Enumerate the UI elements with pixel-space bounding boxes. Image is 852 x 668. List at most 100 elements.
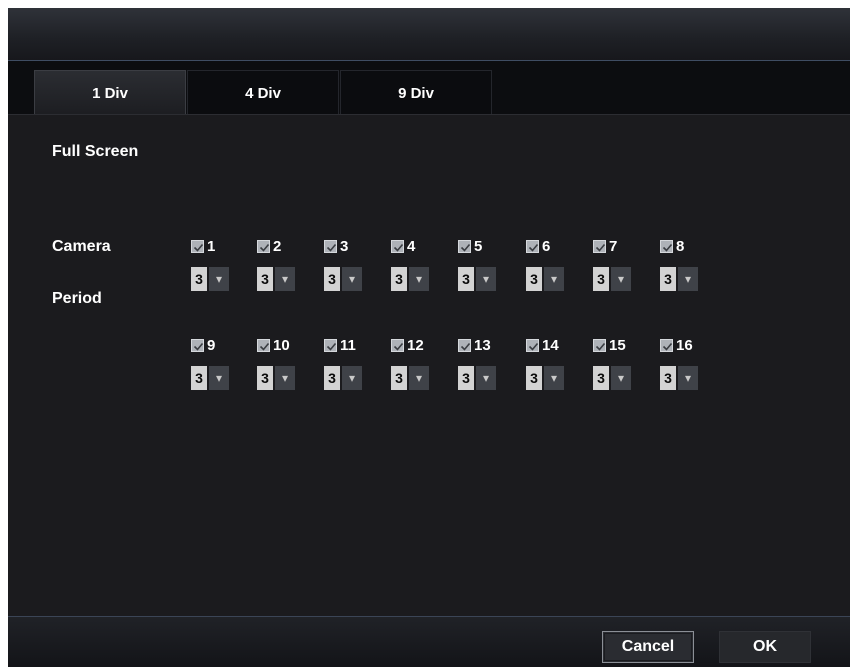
camera-number: 7 <box>609 237 618 255</box>
checkbox-check-icon[interactable] <box>324 338 337 352</box>
dropdown-arrow-icon[interactable]: ▾ <box>678 366 698 390</box>
camera-number: 14 <box>542 336 559 354</box>
period-value: 3 <box>324 366 340 390</box>
camera-11-period-dropdown[interactable]: 3 ▾ <box>324 366 362 390</box>
dropdown-arrow-icon[interactable]: ▾ <box>476 366 496 390</box>
dropdown-arrow-icon[interactable]: ▾ <box>544 366 564 390</box>
cancel-button[interactable]: Cancel <box>602 631 694 663</box>
checkbox-check-icon[interactable] <box>660 338 673 352</box>
full-screen-label: Full Screen <box>52 143 139 160</box>
checkbox-check-icon[interactable] <box>191 239 204 253</box>
period-value: 3 <box>660 267 676 291</box>
camera-5-period-dropdown[interactable]: 3 ▾ <box>458 267 496 291</box>
period-value: 3 <box>526 267 542 291</box>
dropdown-arrow-icon[interactable]: ▾ <box>275 366 295 390</box>
camera-14-period-dropdown[interactable]: 3 ▾ <box>526 366 564 390</box>
camera-number: 5 <box>474 237 483 255</box>
checkbox-check-icon[interactable] <box>191 338 204 352</box>
period-value: 3 <box>391 366 407 390</box>
camera-number: 2 <box>273 237 282 255</box>
camera-13-period-dropdown[interactable]: 3 ▾ <box>458 366 496 390</box>
checkbox-check-icon[interactable] <box>593 338 606 352</box>
dropdown-arrow-icon[interactable]: ▾ <box>209 267 229 291</box>
camera-7-checkbox[interactable]: 7 <box>593 237 617 255</box>
checkbox-check-icon[interactable] <box>257 239 270 253</box>
checkbox-check-icon[interactable] <box>391 239 404 253</box>
checkbox-check-icon[interactable] <box>458 338 471 352</box>
period-value: 3 <box>391 267 407 291</box>
camera-4-period-dropdown[interactable]: 3 ▾ <box>391 267 429 291</box>
period-value: 3 <box>526 366 542 390</box>
camera-1-period-dropdown[interactable]: 3 ▾ <box>191 267 229 291</box>
camera-10-checkbox[interactable]: 10 <box>257 336 290 354</box>
camera-5-checkbox[interactable]: 5 <box>458 237 482 255</box>
camera-number: 12 <box>407 336 424 354</box>
checkbox-check-icon[interactable] <box>526 239 539 253</box>
dialog-window: 1 Div 4 Div 9 Div Full Screen Camera Per… <box>8 8 850 667</box>
checkbox-check-icon[interactable] <box>257 338 270 352</box>
checkbox-check-icon[interactable] <box>324 239 337 253</box>
camera-4-checkbox[interactable]: 4 <box>391 237 415 255</box>
camera-number: 8 <box>676 237 685 255</box>
dropdown-arrow-icon[interactable]: ▾ <box>209 366 229 390</box>
period-value: 3 <box>593 366 609 390</box>
dropdown-arrow-icon[interactable]: ▾ <box>409 267 429 291</box>
ok-button[interactable]: OK <box>719 631 811 663</box>
camera-number: 13 <box>474 336 491 354</box>
period-value: 3 <box>191 267 207 291</box>
dropdown-arrow-icon[interactable]: ▾ <box>342 366 362 390</box>
camera-12-checkbox[interactable]: 12 <box>391 336 424 354</box>
camera-number: 1 <box>207 237 216 255</box>
camera-number: 9 <box>207 336 216 354</box>
camera-8-period-dropdown[interactable]: 3 ▾ <box>660 267 698 291</box>
camera-2-period-dropdown[interactable]: 3 ▾ <box>257 267 295 291</box>
dropdown-arrow-icon[interactable]: ▾ <box>611 366 631 390</box>
period-value: 3 <box>324 267 340 291</box>
camera-15-checkbox[interactable]: 15 <box>593 336 626 354</box>
period-value: 3 <box>191 366 207 390</box>
camera-6-checkbox[interactable]: 6 <box>526 237 550 255</box>
dropdown-arrow-icon[interactable]: ▾ <box>476 267 496 291</box>
period-label: Period <box>52 290 102 307</box>
camera-15-period-dropdown[interactable]: 3 ▾ <box>593 366 631 390</box>
tab-4-div[interactable]: 4 Div <box>187 70 339 116</box>
tab-1-div[interactable]: 1 Div <box>34 70 186 116</box>
period-value: 3 <box>257 366 273 390</box>
tab-9-div[interactable]: 9 Div <box>340 70 492 116</box>
checkbox-check-icon[interactable] <box>526 338 539 352</box>
checkbox-check-icon[interactable] <box>458 239 471 253</box>
checkbox-check-icon[interactable] <box>660 239 673 253</box>
period-value: 3 <box>458 366 474 390</box>
dropdown-arrow-icon[interactable]: ▾ <box>409 366 429 390</box>
camera-9-period-dropdown[interactable]: 3 ▾ <box>191 366 229 390</box>
camera-6-period-dropdown[interactable]: 3 ▾ <box>526 267 564 291</box>
period-value: 3 <box>660 366 676 390</box>
camera-16-period-dropdown[interactable]: 3 ▾ <box>660 366 698 390</box>
camera-16-checkbox[interactable]: 16 <box>660 336 693 354</box>
camera-9-checkbox[interactable]: 9 <box>191 336 215 354</box>
camera-10-period-dropdown[interactable]: 3 ▾ <box>257 366 295 390</box>
dropdown-arrow-icon[interactable]: ▾ <box>678 267 698 291</box>
camera-7-period-dropdown[interactable]: 3 ▾ <box>593 267 631 291</box>
camera-number: 16 <box>676 336 693 354</box>
footer-bar: Cancel OK <box>8 616 850 667</box>
dropdown-arrow-icon[interactable]: ▾ <box>275 267 295 291</box>
dropdown-arrow-icon[interactable]: ▾ <box>544 267 564 291</box>
camera-11-checkbox[interactable]: 11 <box>324 336 356 354</box>
period-value: 3 <box>593 267 609 291</box>
camera-12-period-dropdown[interactable]: 3 ▾ <box>391 366 429 390</box>
camera-8-checkbox[interactable]: 8 <box>660 237 684 255</box>
camera-13-checkbox[interactable]: 13 <box>458 336 491 354</box>
camera-3-checkbox[interactable]: 3 <box>324 237 348 255</box>
dropdown-arrow-icon[interactable]: ▾ <box>611 267 631 291</box>
camera-3-period-dropdown[interactable]: 3 ▾ <box>324 267 362 291</box>
camera-number: 11 <box>340 336 356 354</box>
title-bar <box>8 8 850 61</box>
checkbox-check-icon[interactable] <box>593 239 606 253</box>
checkbox-check-icon[interactable] <box>391 338 404 352</box>
dropdown-arrow-icon[interactable]: ▾ <box>342 267 362 291</box>
period-value: 3 <box>458 267 474 291</box>
camera-14-checkbox[interactable]: 14 <box>526 336 559 354</box>
camera-2-checkbox[interactable]: 2 <box>257 237 281 255</box>
camera-1-checkbox[interactable]: 1 <box>191 237 215 255</box>
